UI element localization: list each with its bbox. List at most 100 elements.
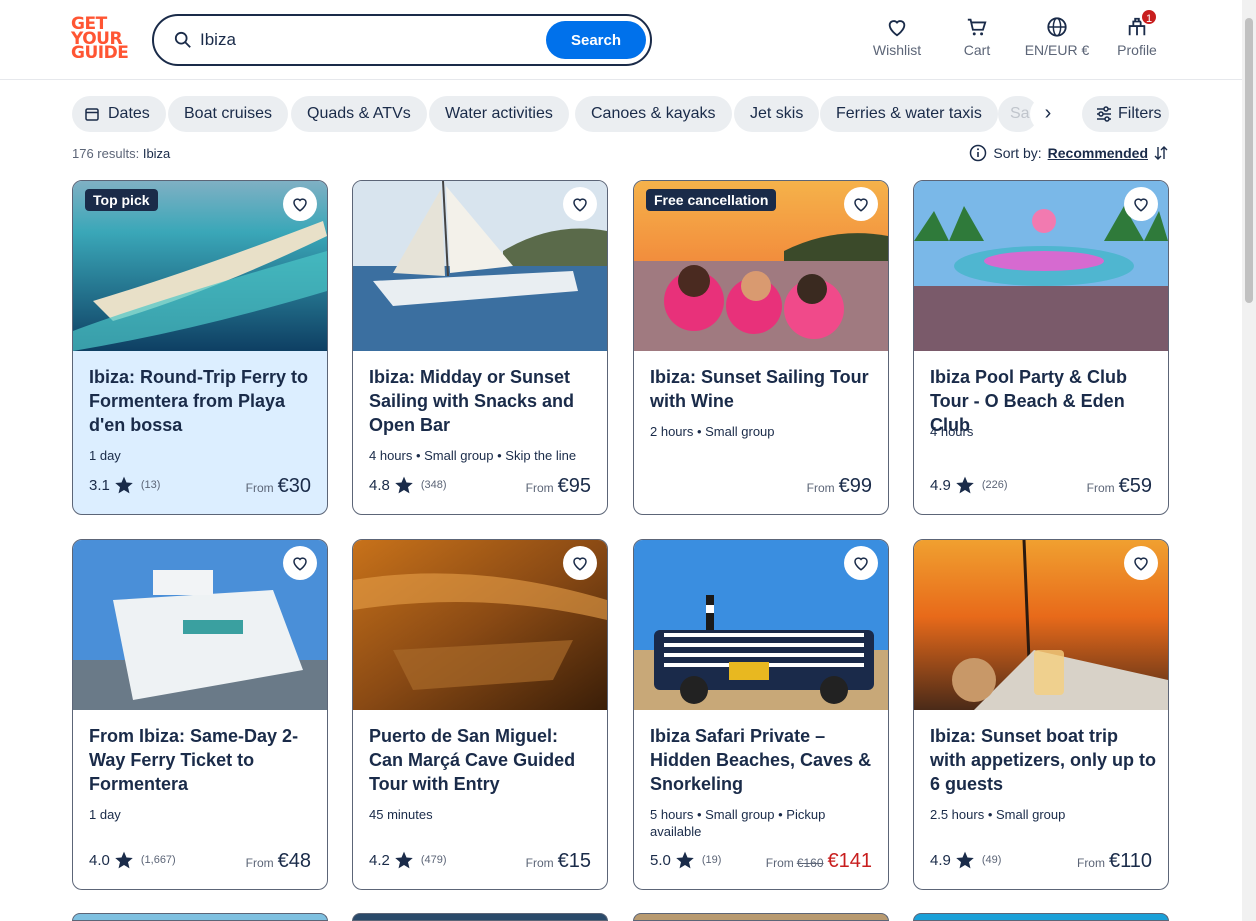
- wishlist-heart-icon[interactable]: [844, 187, 878, 221]
- chip-jet-skis[interactable]: Jet skis: [734, 96, 820, 132]
- activity-card[interactable]: Ibiza Safari Private – Hidden Beaches, C…: [633, 539, 889, 890]
- activity-price: From €48: [245, 850, 311, 872]
- activity-price: From €99: [806, 475, 872, 497]
- language-label: EN/EUR €: [1024, 42, 1090, 58]
- wishlist-heart-icon[interactable]: [283, 187, 317, 221]
- activity-card[interactable]: Ibiza: Sunset boat trip with appetizers,…: [913, 539, 1169, 890]
- scrollbar[interactable]: [1242, 0, 1256, 921]
- review-count: (348): [420, 479, 447, 491]
- activity-card[interactable]: Free cancellation Ibiza: Sunset Sailing …: [633, 180, 889, 515]
- wishlist-label: Wishlist: [872, 42, 922, 58]
- sort-value[interactable]: Recommended: [1048, 145, 1148, 161]
- sort-label: Sort by:: [993, 145, 1042, 161]
- activity-price: From €59: [1086, 475, 1152, 497]
- activity-title[interactable]: Ibiza Safari Private – Hidden Beaches, C…: [650, 724, 876, 796]
- activity-card[interactable]: Top pick Ibiza: Round-Trip Ferry to Form…: [72, 180, 328, 515]
- wishlist-heart-icon[interactable]: [283, 546, 317, 580]
- review-count: (479): [420, 854, 447, 866]
- star-icon: [395, 851, 413, 869]
- activity-card[interactable]: Ibiza Pool Party & Club Tour - O Beach &…: [913, 180, 1169, 515]
- cart-button[interactable]: Cart: [960, 16, 994, 64]
- activity-title[interactable]: From Ibiza: Same-Day 2-Way Ferry Ticket …: [89, 724, 315, 796]
- activity-meta: 4 hours • Small group • Skip the line: [369, 448, 577, 463]
- activity-meta: 5 hours • Small group • Pickup available: [650, 807, 826, 839]
- search-input[interactable]: [200, 29, 530, 51]
- activity-card-partial[interactable]: [352, 913, 608, 921]
- wishlist-heart-icon[interactable]: [563, 546, 597, 580]
- chevron-right-icon[interactable]: ›: [1030, 96, 1066, 132]
- activity-title[interactable]: Ibiza: Midday or Sunset Sailing with Sna…: [369, 365, 595, 437]
- info-icon[interactable]: [969, 144, 987, 162]
- top-pick-badge: Top pick: [85, 189, 158, 211]
- activity-card-partial[interactable]: [72, 913, 328, 921]
- activity-price: From €15: [525, 850, 591, 872]
- star-icon: [676, 851, 694, 869]
- star-icon: [115, 476, 133, 494]
- activity-rating: 4.0 (1,667): [89, 850, 176, 870]
- chip-dates[interactable]: Dates: [72, 96, 166, 132]
- activity-meta: 45 minutes: [369, 807, 433, 822]
- activity-meta: 1 day: [89, 807, 121, 822]
- activity-meta: 1 day: [89, 448, 121, 463]
- review-count: (226): [981, 479, 1008, 491]
- scrollbar-thumb[interactable]: [1245, 18, 1253, 303]
- star-icon: [115, 851, 133, 869]
- wishlist-button[interactable]: Wishlist: [872, 16, 922, 64]
- activity-title[interactable]: Ibiza: Sunset Sailing Tour with Wine: [650, 365, 876, 413]
- star-icon: [956, 476, 974, 494]
- sale-price: €141: [827, 850, 873, 872]
- activity-card-partial[interactable]: [913, 913, 1169, 921]
- globe-icon: [1047, 17, 1067, 37]
- chip-water-activities[interactable]: Water activities: [429, 96, 569, 132]
- sort-control[interactable]: Sort by: Recommended: [969, 144, 1168, 162]
- heart-icon: [888, 20, 906, 37]
- sort-arrows-icon: [1154, 146, 1168, 160]
- language-currency-button[interactable]: EN/EUR €: [1022, 16, 1092, 64]
- star-icon: [956, 851, 974, 869]
- wishlist-heart-icon[interactable]: [1124, 546, 1158, 580]
- activity-price: From €30: [245, 475, 311, 497]
- chip-quads-atvs[interactable]: Quads & ATVs: [291, 96, 427, 132]
- chip-ferries-water-taxis[interactable]: Ferries & water taxis: [820, 96, 998, 132]
- top-header: GET YOUR GUIDE Search Wishlist Cart EN/E…: [0, 0, 1242, 80]
- rating-value: 3.1: [89, 476, 110, 494]
- filters-label: Filters: [1118, 105, 1162, 122]
- chip-boat-cruises[interactable]: Boat cruises: [168, 96, 289, 132]
- rating-value: 4.8: [369, 476, 390, 494]
- wishlist-heart-icon[interactable]: [563, 187, 597, 221]
- search-button[interactable]: Search: [546, 21, 646, 59]
- search-icon: [174, 31, 191, 48]
- profile-button[interactable]: 1 Profile: [1116, 8, 1158, 64]
- filters-button[interactable]: Filters: [1082, 96, 1169, 132]
- activity-price: From €95: [525, 475, 591, 497]
- activity-rating: 3.1 (13): [89, 475, 160, 495]
- cart-label: Cart: [963, 42, 991, 58]
- chip-canoes-kayaks[interactable]: Canoes & kayaks: [575, 96, 732, 132]
- activity-card[interactable]: Puerto de San Miguel: Can Marçá Cave Gui…: [352, 539, 608, 890]
- results-count: 176 results: Ibiza: [72, 146, 171, 161]
- activity-card[interactable]: Ibiza: Midday or Sunset Sailing with Sna…: [352, 180, 608, 515]
- wishlist-heart-icon[interactable]: [1124, 187, 1158, 221]
- activity-rating: 4.9 (49): [930, 850, 1001, 870]
- rating-value: 4.0: [89, 851, 110, 869]
- notification-badge: 1: [1140, 8, 1158, 26]
- wishlist-heart-icon[interactable]: [844, 546, 878, 580]
- calendar-icon: [85, 108, 99, 121]
- review-count: (13): [140, 479, 161, 491]
- activity-title[interactable]: Ibiza: Sunset boat trip with appetizers,…: [930, 724, 1156, 796]
- activity-price: From €110: [1076, 850, 1152, 872]
- rating-value: 4.9: [930, 476, 951, 494]
- activity-price: From €160 €141: [765, 850, 873, 872]
- profile-label: Profile: [1117, 42, 1157, 58]
- getyourguide-logo[interactable]: GET YOUR GUIDE: [71, 16, 131, 63]
- activity-card-partial[interactable]: [633, 913, 889, 921]
- search-bar: Search: [152, 14, 652, 66]
- cart-icon: [967, 18, 987, 36]
- rating-value: 4.9: [930, 851, 951, 869]
- rating-value: 4.2: [369, 851, 390, 869]
- original-price: €160: [796, 856, 824, 870]
- activity-card[interactable]: From Ibiza: Same-Day 2-Way Ferry Ticket …: [72, 539, 328, 890]
- activity-title[interactable]: Puerto de San Miguel: Can Marçá Cave Gui…: [369, 724, 595, 796]
- rating-value: 5.0: [650, 851, 671, 869]
- activity-title[interactable]: Ibiza: Round-Trip Ferry to Formentera fr…: [89, 365, 315, 437]
